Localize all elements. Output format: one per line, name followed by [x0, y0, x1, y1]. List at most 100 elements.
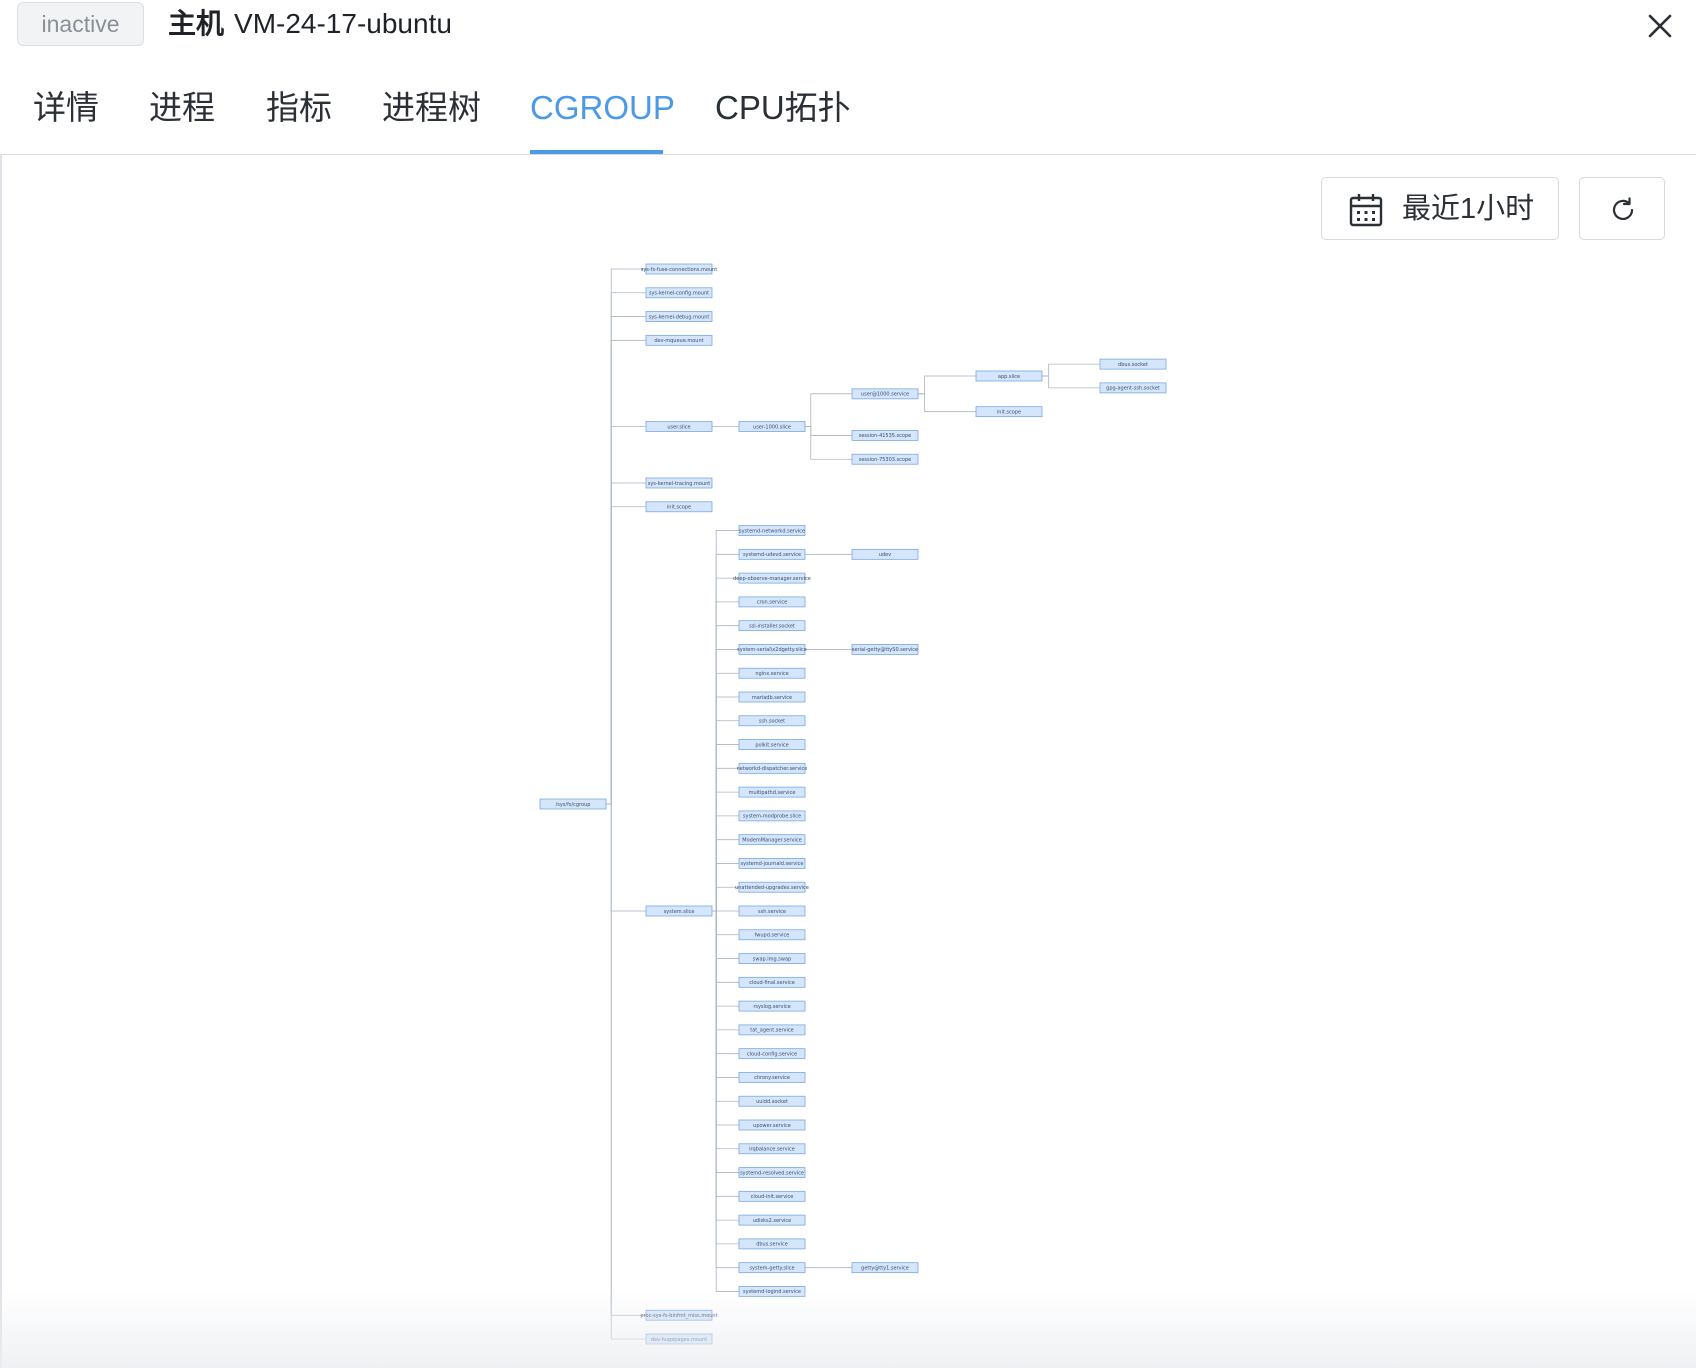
tree-link [606, 316, 646, 805]
tree-node-label: systemd-journald.service [741, 861, 804, 867]
tree-node[interactable]: serial-getty@ttyS0.service [851, 644, 919, 655]
tree-node-label: dbus.socket [1118, 362, 1148, 368]
tree-node[interactable]: cloud-init.service [738, 1190, 806, 1202]
tree-node[interactable]: system-serial\x2dgetty.slice [737, 644, 807, 655]
tree-node[interactable]: user@1000.service [851, 388, 919, 400]
tree-node[interactable]: user-1000.slice [738, 421, 806, 432]
tree-link [606, 292, 646, 805]
tree-node[interactable]: chrony.service [738, 1072, 806, 1083]
tree-node[interactable]: sys-kernel-debug.mount [645, 311, 713, 322]
tree-node[interactable]: proc-sys-fs-binfmt_misc.mount [640, 1309, 718, 1321]
tree-node[interactable]: cron.service [738, 596, 806, 608]
tree-node-label: gpg-agent-ssh.socket [1106, 386, 1160, 392]
tree-node[interactable]: ssl-installer.socket [738, 620, 806, 632]
tree-node[interactable]: sys-kernel-tracing.mount [645, 477, 713, 489]
tree-node-label: upower.service [753, 1123, 791, 1129]
tree-node[interactable]: unattended-upgrades.service [735, 881, 809, 893]
tree-node[interactable]: cloud-final.service [738, 976, 806, 988]
tree-node-label: polkit.service [755, 742, 788, 748]
tree-link [606, 339, 646, 805]
tree-node[interactable]: rsyslog.service [738, 1000, 806, 1012]
tree-link [918, 375, 976, 395]
tree-node[interactable]: udev [851, 548, 919, 560]
tree-node[interactable]: ModemManager.service [738, 834, 806, 846]
tree-node[interactable]: app.slice [975, 370, 1043, 382]
tree-node[interactable]: system-getty.slice [738, 1262, 806, 1274]
tree-node[interactable]: systemd-journald.service [738, 858, 806, 869]
tree-node[interactable]: systemd-udevd.service [738, 548, 806, 560]
tree-node[interactable]: sys-kernel-config.mount [645, 287, 713, 299]
tree-node-label: mariadb.service [752, 695, 792, 701]
tree-node-label: serial-getty@ttyS0.service [852, 647, 918, 653]
tree-node[interactable]: irqbalance.service [738, 1143, 806, 1155]
tree-node[interactable]: fwupd.service [738, 929, 806, 941]
tree-node[interactable]: nginx.service [738, 667, 806, 679]
tree-node[interactable]: upower.service [738, 1119, 806, 1131]
tree-node-label: init.scope [667, 505, 691, 511]
tree-node-label: system-getty.slice [749, 1265, 794, 1271]
tree-node[interactable]: networkd-dispatcher.service [737, 762, 808, 774]
tree-node-label: sys-kernel-debug.mount [649, 314, 710, 320]
tree-node[interactable]: ssh.socket [738, 715, 806, 727]
tree-node-label: system.slice [664, 909, 695, 915]
tree-node[interactable]: sys-fs-fuse-connections.mount [641, 263, 718, 275]
tree-node[interactable]: systemd-networkd.service [738, 525, 806, 536]
tree-node[interactable]: getty@tty1.service [851, 1262, 919, 1274]
tree-node-label: user-1000.slice [753, 424, 791, 430]
tree-link [606, 506, 646, 805]
tree-node[interactable]: systemd-resolved.service [738, 1167, 806, 1178]
tree-node[interactable]: init.scope [645, 501, 713, 513]
tree-node[interactable]: gpg-agent-ssh.socket [1099, 382, 1167, 394]
tree-node-label: cloud-config.service [747, 1051, 797, 1057]
tree-node[interactable]: udisks2.service [738, 1214, 806, 1226]
tree-node[interactable]: swap.img.swap [738, 953, 806, 964]
tree-node[interactable]: dev-hugepages.mount [645, 1333, 713, 1345]
tree-link [918, 393, 976, 413]
tree-node-label: system-modprobe.slice [743, 814, 801, 820]
tree-node-label: system-serial\x2dgetty.slice [737, 647, 807, 653]
tree-node-label: ssh.socket [759, 719, 785, 725]
tree-node-label: sys-kernel-tracing.mount [648, 481, 711, 487]
tree-node[interactable]: system-modprobe.slice [738, 810, 806, 822]
tree-node[interactable]: dbus.socket [1099, 358, 1167, 370]
tree-link [606, 803, 646, 1340]
tree-node[interactable]: deep-observe-manager.service [733, 572, 811, 584]
tree-node[interactable]: dev-mqueue.mount [645, 334, 713, 346]
tree-link [606, 482, 646, 805]
tree-node[interactable]: multipathd.service [738, 786, 806, 798]
tree-node-label: irqbalance.service [749, 1147, 795, 1153]
tree-node[interactable]: tat_agent.service [738, 1024, 806, 1036]
tree-node[interactable]: init.scope [975, 406, 1043, 418]
tree-node[interactable]: cloud-config.service [738, 1048, 806, 1060]
tree-node[interactable]: dbus.service [738, 1238, 806, 1250]
tree-node[interactable]: /sys/fs/cgroup [539, 798, 607, 810]
tree-node[interactable]: ssh.service [738, 905, 806, 917]
tree-node-label: uuidd.socket [756, 1099, 788, 1105]
tree-node[interactable]: mariadb.service [738, 691, 806, 703]
tree-node-label: systemd-networkd.service [739, 528, 805, 534]
tree-node-label: ssh.service [758, 909, 786, 915]
tree-link [805, 393, 852, 427]
tree-node-label: udev [879, 552, 891, 558]
tree-node-label: tat_agent.service [750, 1028, 793, 1034]
tree-node[interactable]: systemd-logind.service [738, 1286, 806, 1297]
tree-node-label: networkd-dispatcher.service [737, 766, 808, 772]
tree-node-label: dbus.service [756, 1242, 788, 1248]
tree-node[interactable]: session-41535.scope [851, 430, 919, 441]
tree-node-label: user@1000.service [861, 392, 909, 398]
tree-node-label: session-41535.scope [859, 433, 911, 439]
tree-node-label: getty@tty1.service [861, 1265, 909, 1271]
tree-node[interactable]: user.slice [645, 421, 713, 432]
tree-node-label: cron.service [757, 600, 787, 606]
tree-node[interactable]: polkit.service [738, 739, 806, 750]
tree-node[interactable]: session-75303.scope [851, 453, 919, 465]
tree-nodes: /sys/fs/cgroup sys-fs-fuse-connections.mo… [539, 263, 1167, 1345]
tree-node-label: user.slice [667, 424, 690, 430]
tree-node-label: proc-sys-fs-binfmt_misc.mount [640, 1313, 717, 1319]
tree-node-label: deep-observe-manager.service [733, 576, 811, 582]
tree-node-label: udisks2.service [753, 1218, 792, 1224]
tree-node[interactable]: system.slice [645, 905, 713, 917]
tree-link [1042, 363, 1100, 377]
tree-node[interactable]: uuidd.socket [738, 1095, 806, 1107]
tree-node-label: multipathd.service [749, 790, 796, 796]
